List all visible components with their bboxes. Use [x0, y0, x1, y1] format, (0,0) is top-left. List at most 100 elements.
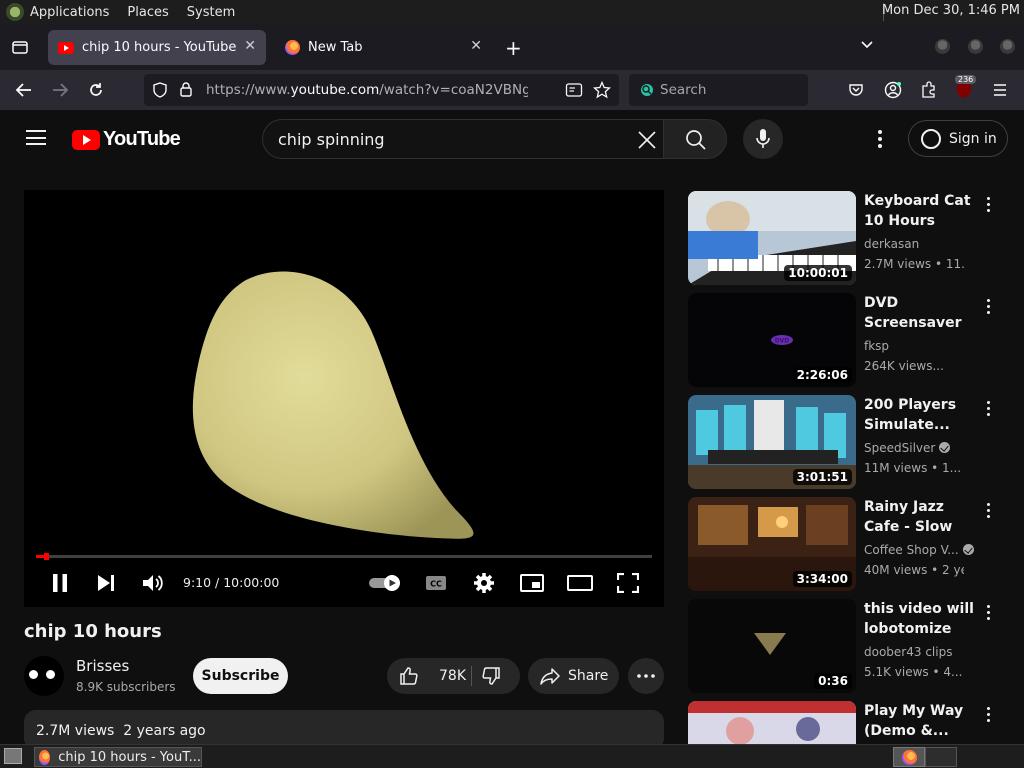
app-menu-hamburger-icon[interactable]	[992, 83, 1008, 97]
like-button[interactable]: 78K	[387, 658, 480, 694]
tab-title: chip 10 hours - YouTube	[82, 40, 237, 55]
related-video-title[interactable]: Keyboard Cat 10 Hours	[864, 191, 979, 231]
related-video[interactable]: DVD 2:26:06 DVD Screensaver test fksp 26…	[688, 293, 1008, 389]
progress-bar[interactable]	[36, 553, 652, 560]
sign-in-button[interactable]: Sign in	[908, 120, 1008, 157]
related-video-channel[interactable]: fksp	[864, 339, 889, 353]
youtube-masthead: YouTube chip spinning Sign in	[0, 110, 1024, 168]
video-thumbnail[interactable]: 10:00:01	[688, 191, 856, 285]
next-button[interactable]	[94, 568, 118, 598]
applications-menu[interactable]: Applications	[30, 5, 109, 20]
video-thumbnail[interactable]: 3:01:51	[688, 395, 856, 489]
taskbar-window-button[interactable]: chip 10 hours - YouT...	[34, 747, 202, 767]
related-video-channel[interactable]: derkasan	[864, 237, 919, 251]
related-video-title[interactable]: 200 Players Simulate...	[864, 395, 979, 435]
account-icon[interactable]	[884, 81, 902, 99]
guide-menu-icon[interactable]	[26, 130, 46, 145]
distro-logo-icon[interactable]	[6, 3, 24, 21]
video-thumbnail[interactable]: 3:34:00	[688, 497, 856, 591]
search-button[interactable]	[663, 119, 727, 159]
video-thumbnail[interactable]: 0:36	[688, 599, 856, 693]
related-video-channel[interactable]: SpeedSilver	[864, 441, 951, 455]
pause-icon	[53, 574, 67, 592]
list-all-tabs-chevron-icon[interactable]	[860, 38, 874, 54]
reader-view-icon[interactable]	[565, 82, 583, 98]
related-video[interactable]: 0:36 this video will lobotomize you... d…	[688, 599, 1008, 695]
related-video-title[interactable]: DVD Screensaver test	[864, 293, 979, 333]
subtitles-button[interactable]: CC	[424, 568, 448, 598]
video-player[interactable]: 9:10 / 10:00:00 CC	[24, 190, 664, 607]
system-menu[interactable]: System	[187, 5, 235, 20]
close-tab-icon[interactable]: ✕	[470, 38, 482, 54]
related-video-channel[interactable]: doober43 clips	[864, 645, 952, 659]
lock-icon[interactable]	[179, 81, 193, 98]
tracking-protection-shield-icon[interactable]	[152, 82, 168, 98]
close-tab-icon[interactable]: ✕	[244, 38, 256, 54]
channel-avatar[interactable]	[24, 656, 64, 696]
new-tab-button[interactable]: +	[505, 36, 522, 60]
reload-button[interactable]	[84, 78, 108, 102]
video-duration: 3:01:51	[792, 469, 852, 485]
bookmark-star-icon[interactable]	[593, 81, 611, 99]
theater-mode-button[interactable]	[566, 568, 594, 598]
places-menu[interactable]: Places	[127, 5, 168, 20]
related-video-title[interactable]: Play My Way (Demo &...	[864, 701, 979, 741]
workspace-2[interactable]	[925, 747, 957, 767]
gear-icon	[474, 573, 494, 593]
youtube-wordmark: YouTube	[103, 128, 181, 150]
related-video[interactable]: Play My Way (Demo &...	[688, 701, 1008, 744]
related-video-title[interactable]: this video will lobotomize you...	[864, 599, 979, 639]
url-bar[interactable]: https://www.youtube.com/watch?v=coaN2VBN…	[144, 74, 619, 106]
youtube-search-input[interactable]: chip spinning	[262, 119, 672, 159]
fullscreen-button[interactable]	[614, 568, 642, 598]
settings-more-icon[interactable]	[870, 128, 890, 150]
show-desktop-icon[interactable]	[4, 748, 22, 764]
tab-youtube[interactable]: chip 10 hours - YouTube ✕	[48, 30, 266, 65]
back-button[interactable]	[12, 78, 36, 102]
maximize-window-button[interactable]	[968, 39, 983, 54]
more-vertical-icon[interactable]	[984, 603, 992, 621]
more-vertical-icon[interactable]	[984, 501, 992, 519]
voice-search-button[interactable]	[743, 119, 783, 159]
clear-search-icon[interactable]	[637, 127, 657, 156]
video-thumbnail[interactable]: DVD 2:26:06	[688, 293, 856, 387]
related-video-meta: 2.7M views • 11...	[864, 257, 964, 271]
pause-button[interactable]	[48, 568, 72, 598]
workspace-1[interactable]	[893, 747, 925, 767]
subscribe-button[interactable]: Subscribe	[193, 658, 288, 694]
settings-button[interactable]	[472, 568, 496, 598]
extensions-puzzle-icon[interactable]	[920, 81, 937, 99]
related-video-channel[interactable]: Coffee Shop V...	[864, 543, 974, 557]
related-video-title[interactable]: Rainy Jazz Cafe - Slow Jazz Musi...	[864, 497, 979, 537]
pocket-icon[interactable]	[848, 82, 864, 98]
share-button[interactable]: Share	[528, 658, 619, 694]
close-window-button[interactable]	[1000, 39, 1015, 54]
scrubber-handle[interactable]	[43, 553, 49, 560]
more-vertical-icon[interactable]	[984, 297, 992, 315]
more-vertical-icon[interactable]	[984, 705, 992, 723]
related-video[interactable]: 3:34:00 Rainy Jazz Cafe - Slow Jazz Musi…	[688, 497, 1008, 593]
clock[interactable]: Mon Dec 30, 1:46 PM	[882, 3, 1020, 18]
tab-list-button[interactable]	[0, 24, 40, 70]
more-vertical-icon[interactable]	[984, 195, 992, 213]
dislike-button[interactable]	[472, 658, 520, 694]
skip-next-icon	[98, 575, 114, 591]
youtube-logo[interactable]: YouTube	[72, 128, 181, 151]
miniplayer-button[interactable]	[518, 568, 546, 598]
navigation-toolbar: https://www.youtube.com/watch?v=coaN2VBN…	[0, 70, 1024, 110]
more-actions-button[interactable]	[628, 658, 664, 694]
web-search-field[interactable]: Search	[629, 74, 808, 106]
tab-list-icon	[12, 41, 28, 54]
forward-button[interactable]	[48, 78, 72, 102]
tab-new-tab[interactable]: New Tab ✕	[274, 30, 492, 65]
autoplay-toggle[interactable]	[368, 568, 402, 598]
channel-name[interactable]: Brisses	[76, 657, 129, 675]
related-video[interactable]: 3:01:51 200 Players Simulate... SpeedSil…	[688, 395, 1008, 491]
related-video[interactable]: 10:00:01 Keyboard Cat 10 Hours derkasan …	[688, 191, 1008, 287]
mute-button[interactable]	[140, 568, 166, 598]
youtube-favicon-icon	[58, 40, 74, 56]
minimize-window-button[interactable]	[935, 39, 950, 54]
forward-arrow-icon	[53, 83, 69, 97]
more-vertical-icon[interactable]	[984, 399, 992, 417]
video-thumbnail[interactable]	[688, 701, 856, 744]
